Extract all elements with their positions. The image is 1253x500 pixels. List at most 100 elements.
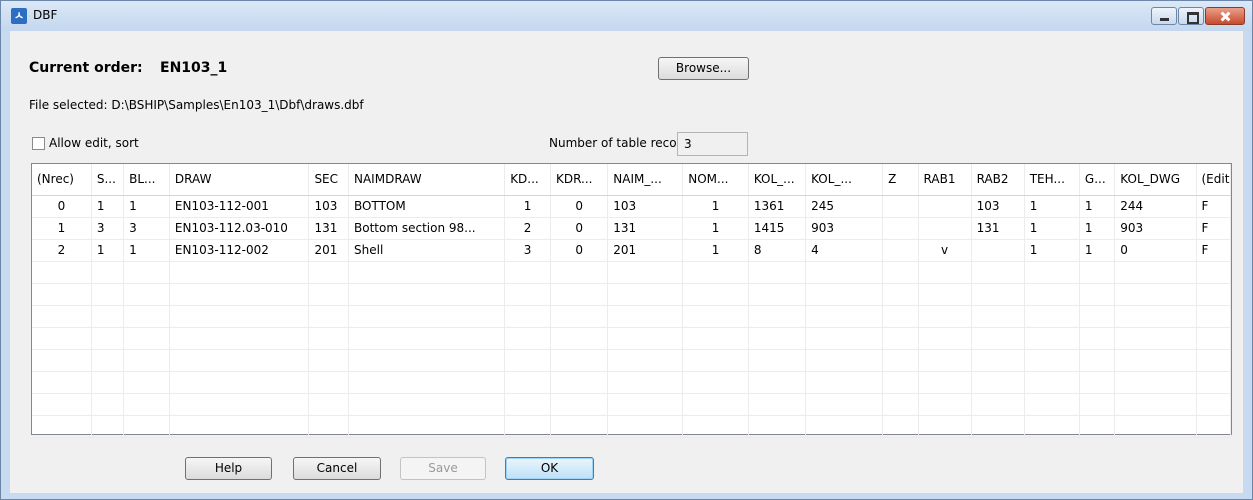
window-title: DBF [33, 8, 58, 22]
table-cell[interactable]: 0 [32, 195, 92, 218]
empty-row [32, 371, 1231, 394]
table-cell[interactable]: Bottom section 98... [348, 217, 506, 240]
table-cell[interactable] [882, 195, 919, 218]
browse-button[interactable]: Browse... [658, 57, 749, 80]
column-header[interactable]: KOL_... [748, 164, 807, 196]
cancel-button[interactable]: Cancel [293, 457, 381, 480]
table-cell[interactable]: Shell [348, 239, 506, 262]
table-cell[interactable]: 245 [805, 195, 884, 218]
table-cell[interactable]: 1 [123, 195, 170, 218]
table-cell[interactable]: 201 [607, 239, 684, 262]
table-cell[interactable]: 131 [607, 217, 684, 240]
table-cell[interactable]: 0 [550, 195, 609, 218]
table-cell[interactable]: 1361 [748, 195, 807, 218]
column-header[interactable]: TEH... [1024, 164, 1080, 196]
column-header[interactable]: DRAW [169, 164, 310, 196]
app-logo-icon: ㅅ [11, 8, 27, 24]
table-cell[interactable]: 903 [805, 217, 884, 240]
table-cell[interactable] [971, 239, 1025, 262]
table-cell[interactable]: 103 [308, 195, 349, 218]
column-header[interactable]: RAB1 [918, 164, 972, 196]
table-cell[interactable] [918, 217, 972, 240]
table-cell[interactable]: 131 [308, 217, 349, 240]
column-header[interactable]: KOL_DWG [1114, 164, 1197, 196]
table-cell[interactable]: 1 [1079, 239, 1116, 262]
table-cell[interactable] [882, 217, 919, 240]
table-cell[interactable]: 1 [682, 195, 749, 218]
column-header[interactable]: G... [1079, 164, 1116, 196]
allow-edit-checkbox-row[interactable]: Allow edit, sort [32, 136, 139, 150]
table-cell[interactable]: 1415 [748, 217, 807, 240]
column-header[interactable]: KDR... [550, 164, 609, 196]
table-cell[interactable]: EN103-112-001 [169, 195, 310, 218]
table-cell[interactable]: 2 [504, 217, 551, 240]
table-cell[interactable]: 1 [1024, 217, 1080, 240]
title-bar[interactable]: ㅅ DBF [1, 1, 1252, 31]
column-header[interactable]: KD... [504, 164, 551, 196]
current-order-value: EN103_1 [160, 60, 228, 76]
column-header[interactable]: RAB2 [971, 164, 1025, 196]
table-cell[interactable]: 244 [1114, 195, 1197, 218]
table-row[interactable]: 1 3 3 EN103-112.03-010 131 Bottom sectio… [32, 217, 1231, 240]
record-count-field: 3 [677, 132, 748, 156]
column-header[interactable]: (Nrec) [32, 164, 92, 196]
table-cell[interactable]: 1 [682, 239, 749, 262]
record-count-label: Number of table records [549, 136, 696, 150]
table-cell[interactable]: 3 [504, 239, 551, 262]
column-header[interactable]: S... [91, 164, 125, 196]
table-cell[interactable]: 103 [971, 195, 1025, 218]
table-cell[interactable]: 3 [91, 217, 125, 240]
table-cell[interactable]: 1 [504, 195, 551, 218]
column-header[interactable]: Z [882, 164, 919, 196]
close-button[interactable] [1205, 7, 1245, 25]
table-cell[interactable]: 1 [91, 239, 125, 262]
table-cell[interactable]: 1 [1024, 239, 1080, 262]
table-cell[interactable]: BOTTOM [348, 195, 506, 218]
table-cell[interactable]: 903 [1114, 217, 1197, 240]
table-cell[interactable]: F [1196, 217, 1231, 240]
table-cell[interactable]: v [918, 239, 972, 262]
table-cell[interactable]: 1 [1024, 195, 1080, 218]
allow-edit-checkbox[interactable] [32, 136, 45, 150]
maximize-button[interactable] [1178, 7, 1204, 25]
table-cell[interactable]: 0 [1114, 239, 1197, 262]
table-row[interactable]: 2 1 1 EN103-112-002 201 Shell 3 0 201 1 … [32, 239, 1231, 262]
save-button[interactable]: Save [400, 457, 486, 480]
table-cell[interactable]: 0 [550, 217, 609, 240]
table-cell[interactable]: 1 [682, 217, 749, 240]
table-cell[interactable]: 8 [748, 239, 807, 262]
column-header[interactable]: NAIM_... [607, 164, 684, 196]
table-cell[interactable]: 131 [971, 217, 1025, 240]
records-table[interactable]: (Nrec) S... BL... DRAW SEC NAIMDRAW KD..… [31, 163, 1232, 438]
table-cell[interactable]: F [1196, 195, 1231, 218]
table-cell[interactable]: 1 [123, 239, 170, 262]
table-cell[interactable]: EN103-112.03-010 [169, 217, 310, 240]
table-cell[interactable]: 1 [1079, 195, 1116, 218]
ok-button[interactable]: OK [505, 457, 594, 480]
column-header[interactable]: (Edit) [1196, 164, 1231, 196]
file-selected-text: File selected: D:\BSHIP\Samples\En103_1\… [29, 98, 364, 112]
table-cell[interactable] [918, 195, 972, 218]
table-cell[interactable]: 103 [607, 195, 684, 218]
minimize-button[interactable] [1151, 7, 1177, 25]
column-header[interactable]: SEC [308, 164, 349, 196]
table-cell[interactable] [882, 239, 919, 262]
table-cell[interactable]: 3 [123, 217, 170, 240]
table-cell[interactable]: 1 [32, 217, 92, 240]
table-cell[interactable]: 4 [805, 239, 884, 262]
table-cell[interactable]: 0 [550, 239, 609, 262]
table-cell[interactable]: 1 [91, 195, 125, 218]
empty-row [32, 349, 1231, 372]
empty-row [32, 283, 1231, 306]
column-header[interactable]: NOM... [682, 164, 749, 196]
table-cell[interactable]: F [1196, 239, 1231, 262]
table-cell[interactable]: EN103-112-002 [169, 239, 310, 262]
help-button[interactable]: Help [185, 457, 272, 480]
table-cell[interactable]: 1 [1079, 217, 1116, 240]
table-row[interactable]: 0 1 1 EN103-112-001 103 BOTTOM 1 0 103 1… [32, 195, 1231, 218]
column-header[interactable]: NAIMDRAW [348, 164, 506, 196]
table-cell[interactable]: 2 [32, 239, 92, 262]
column-header[interactable]: BL... [123, 164, 170, 196]
column-header[interactable]: KOL_... [805, 164, 884, 196]
table-cell[interactable]: 201 [308, 239, 349, 262]
